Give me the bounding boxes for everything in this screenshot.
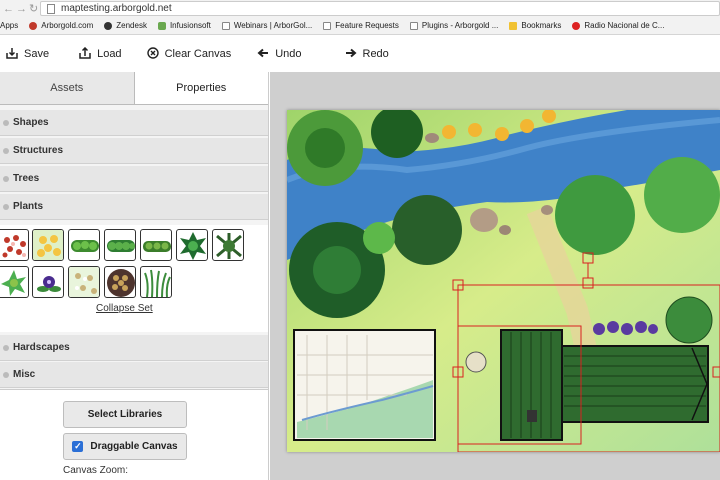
bookmark-label: Zendesk — [116, 21, 147, 30]
plant-hedge-icon[interactable] — [68, 229, 100, 261]
tab-assets[interactable]: Assets — [0, 72, 135, 104]
save-label: Save — [24, 48, 50, 60]
section-label: Structures — [13, 145, 64, 156]
expand-dot-icon — [3, 203, 9, 210]
radio-icon — [572, 21, 581, 30]
draggable-canvas-label: Draggable Canvas — [90, 441, 178, 452]
clear-circle-x-icon — [146, 46, 159, 62]
bookmark-zendesk[interactable]: Zendesk — [104, 21, 147, 30]
page-icon — [409, 21, 418, 30]
section-structures[interactable]: Structures — [0, 138, 268, 164]
panel-tabs: Assets Properties — [0, 72, 268, 105]
bookmarks-bar: Apps Arborgold.com Zendesk Infusionsoft … — [0, 17, 720, 35]
undo-label: Undo — [275, 48, 302, 60]
save-button[interactable]: Save — [6, 47, 49, 62]
draggable-canvas-toggle[interactable]: ✓ Draggable Canvas — [63, 433, 187, 460]
zendesk-icon — [104, 21, 113, 30]
url-text: maptesting.arborgold.net — [61, 3, 172, 14]
plant-round-bush-icon[interactable] — [104, 266, 136, 298]
landscape-canvas[interactable] — [287, 110, 720, 452]
page-icon — [323, 21, 332, 30]
url-field[interactable]: maptesting.arborgold.net — [40, 1, 720, 16]
bookmark-label: Feature Requests — [335, 21, 399, 30]
section-plants[interactable]: Plants — [0, 194, 268, 220]
expand-dot-icon — [3, 371, 9, 378]
plant-dark-shrub-icon[interactable] — [176, 229, 208, 261]
arrow-left-icon — [257, 47, 269, 62]
checkbox-checked-icon[interactable]: ✓ — [72, 441, 84, 452]
plant-grass-icon[interactable] — [140, 266, 172, 298]
select-libraries-button[interactable]: Select Libraries — [63, 401, 187, 428]
arborgold-icon — [29, 21, 38, 30]
expand-dot-icon — [3, 147, 9, 154]
redo-button[interactable]: Redo — [345, 47, 389, 62]
infusionsoft-icon — [157, 21, 166, 30]
arrow-right-icon — [345, 47, 357, 62]
section-label: Shapes — [13, 117, 49, 128]
plant-red-flowers-icon[interactable] — [0, 229, 29, 261]
page-icon — [47, 3, 55, 14]
bookmark-label: Apps — [0, 21, 19, 30]
page-icon — [221, 21, 230, 30]
bookmark-label: Arborgold.com — [41, 21, 94, 30]
forward-arrow-icon[interactable]: → — [16, 3, 27, 15]
section-label: Trees — [13, 173, 40, 184]
upload-icon — [79, 46, 91, 62]
bookmark-infusionsoft[interactable]: Infusionsoft — [157, 21, 211, 30]
plant-spiky-shrub-icon[interactable] — [212, 229, 244, 261]
bookmark-label: Bookmarks — [521, 21, 562, 30]
bookmark-arborgold[interactable]: Arborgold.com — [29, 21, 93, 30]
expand-dot-icon — [3, 119, 9, 126]
expand-dot-icon — [3, 175, 9, 182]
plant-purple-flower-icon[interactable] — [32, 266, 64, 298]
browser-address-bar: ← → ↻ maptesting.arborgold.net — [0, 0, 720, 17]
bookmark-label: Radio Nacional de C... — [584, 21, 665, 30]
plant-yellow-flowers-icon[interactable] — [32, 229, 64, 261]
expand-dot-icon — [3, 344, 9, 351]
section-label: Plants — [13, 201, 44, 212]
canvas-zoom-label: Canvas Zoom: — [63, 465, 129, 476]
plant-hedge-row-icon[interactable] — [104, 229, 136, 261]
bookmark-label: Plugins - Arborgold ... — [421, 21, 499, 30]
load-button[interactable]: Load — [79, 46, 122, 62]
bookmark-plugins[interactable]: Plugins - Arborgold ... — [409, 21, 499, 30]
folder-icon — [509, 21, 518, 30]
bookmark-radio-nacional[interactable]: Radio Nacional de C... — [572, 21, 664, 30]
tab-properties[interactable]: Properties — [134, 72, 268, 104]
bookmark-label: Infusionsoft — [169, 21, 211, 30]
bookmark-webinars[interactable]: Webinars | ArborGol... — [221, 21, 313, 30]
load-label: Load — [97, 48, 122, 60]
plant-mixed-flowers-icon[interactable] — [68, 266, 100, 298]
save-icon — [6, 47, 18, 62]
collapse-set-link[interactable]: Collapse Set — [96, 303, 153, 314]
clear-canvas-button[interactable]: Clear Canvas — [146, 46, 232, 62]
clear-canvas-label: Clear Canvas — [164, 48, 232, 60]
plant-green-star-icon[interactable] — [0, 266, 29, 298]
section-label: Hardscapes — [13, 342, 70, 353]
section-shapes[interactable]: Shapes — [0, 110, 268, 136]
plants-asset-grid — [0, 225, 268, 332]
section-trees[interactable]: Trees — [0, 166, 268, 192]
bookmark-feature-requests[interactable]: Feature Requests — [323, 21, 399, 30]
section-label: Misc — [13, 369, 36, 380]
undo-button[interactable]: Undo — [257, 47, 302, 62]
bookmark-apps[interactable]: Apps — [0, 21, 18, 30]
bookmark-bookmarks[interactable]: Bookmarks — [509, 21, 561, 30]
plant-long-hedge-icon[interactable] — [140, 229, 172, 261]
back-arrow-icon[interactable]: ← — [3, 3, 14, 15]
section-misc[interactable]: Misc — [0, 362, 268, 388]
redo-label: Redo — [362, 48, 389, 60]
reload-icon[interactable]: ↻ — [29, 3, 39, 15]
section-hardscapes[interactable]: Hardscapes — [0, 335, 268, 361]
app-toolbar: Save Load Clear Canvas Undo Redo — [0, 36, 720, 72]
bookmark-label: Webinars | ArborGol... — [233, 21, 313, 30]
